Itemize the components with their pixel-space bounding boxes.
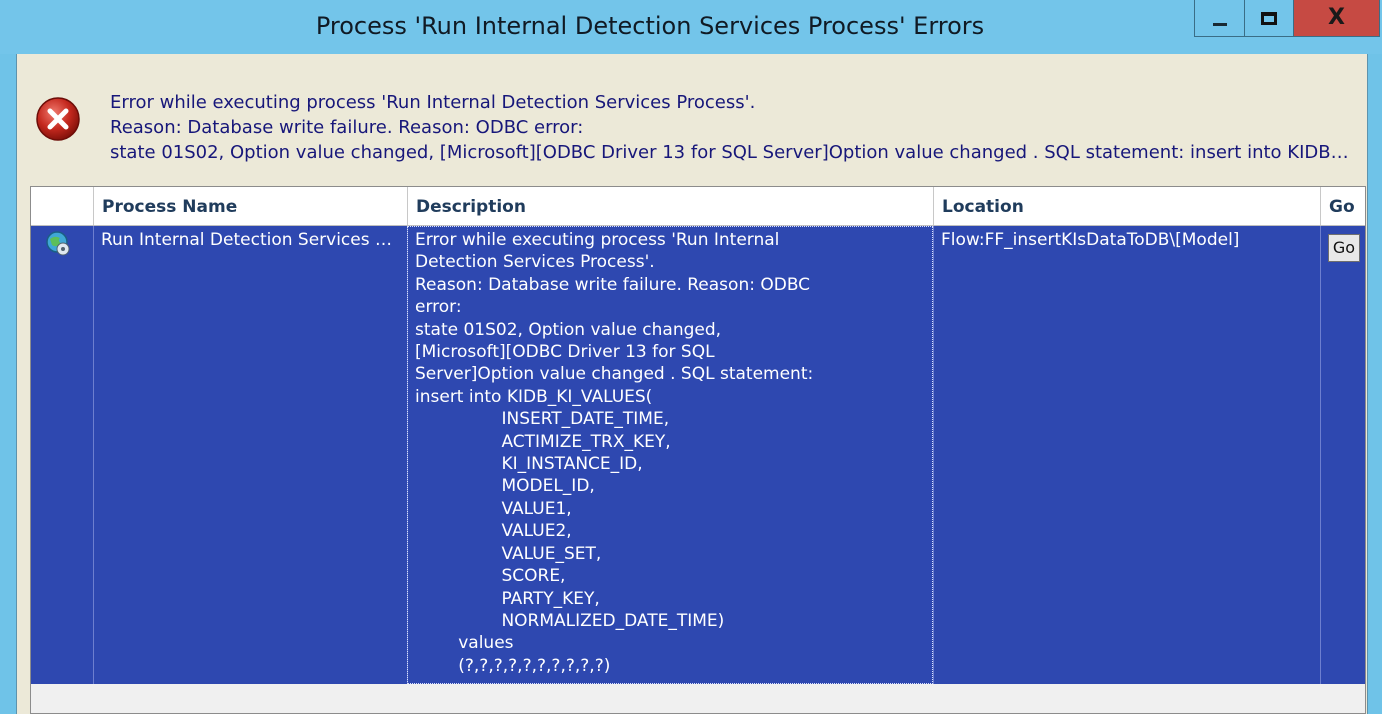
- go-button[interactable]: Go: [1328, 234, 1360, 262]
- maximize-icon: [1261, 11, 1277, 25]
- error-message-line: Error while executing process 'Run Inter…: [110, 92, 756, 113]
- minimize-button[interactable]: [1194, 0, 1244, 37]
- error-message: Error while executing process 'Run Inter…: [110, 90, 1355, 165]
- window-title: Process 'Run Internal Detection Services…: [315, 12, 985, 40]
- maximize-button[interactable]: [1244, 0, 1294, 37]
- error-icon: [36, 97, 80, 141]
- table-empty-area: [31, 684, 1365, 713]
- title-bar[interactable]: Process 'Run Internal Detection Services…: [0, 0, 1382, 54]
- column-header-icon[interactable]: [31, 187, 94, 225]
- row-icon-cell: [31, 226, 94, 684]
- location-text: Flow:FF_insertKIsDataToDB\[Model]: [941, 230, 1240, 250]
- minimize-icon: [1212, 22, 1227, 26]
- table-row[interactable]: Run Internal Detection Services Process …: [31, 226, 1365, 684]
- process-name-cell[interactable]: Run Internal Detection Services Process: [94, 226, 408, 684]
- table-header: Process Name Description Location Go: [31, 187, 1365, 226]
- column-header-process-name[interactable]: Process Name: [94, 187, 408, 225]
- process-name-text: Run Internal Detection Services Process: [101, 230, 401, 250]
- description-text: Error while executing process 'Run Inter…: [415, 230, 814, 676]
- column-header-go[interactable]: Go: [1321, 187, 1365, 225]
- process-icon: [46, 231, 70, 256]
- column-header-location[interactable]: Location: [934, 187, 1321, 225]
- errors-table[interactable]: Process Name Description Location Go Run…: [30, 186, 1366, 714]
- column-header-description[interactable]: Description: [408, 187, 934, 225]
- description-cell[interactable]: Error while executing process 'Run Inter…: [408, 226, 934, 684]
- close-button[interactable]: X: [1294, 0, 1380, 37]
- close-icon: X: [1328, 5, 1345, 30]
- location-cell[interactable]: Flow:FF_insertKIsDataToDB\[Model]: [934, 226, 1321, 684]
- error-message-line: state 01S02, Option value changed, [Micr…: [110, 142, 1355, 163]
- go-cell: Go: [1321, 226, 1365, 684]
- dialog-body: Error while executing process 'Run Inter…: [16, 54, 1368, 714]
- error-message-line: Reason: Database write failure. Reason: …: [110, 117, 584, 138]
